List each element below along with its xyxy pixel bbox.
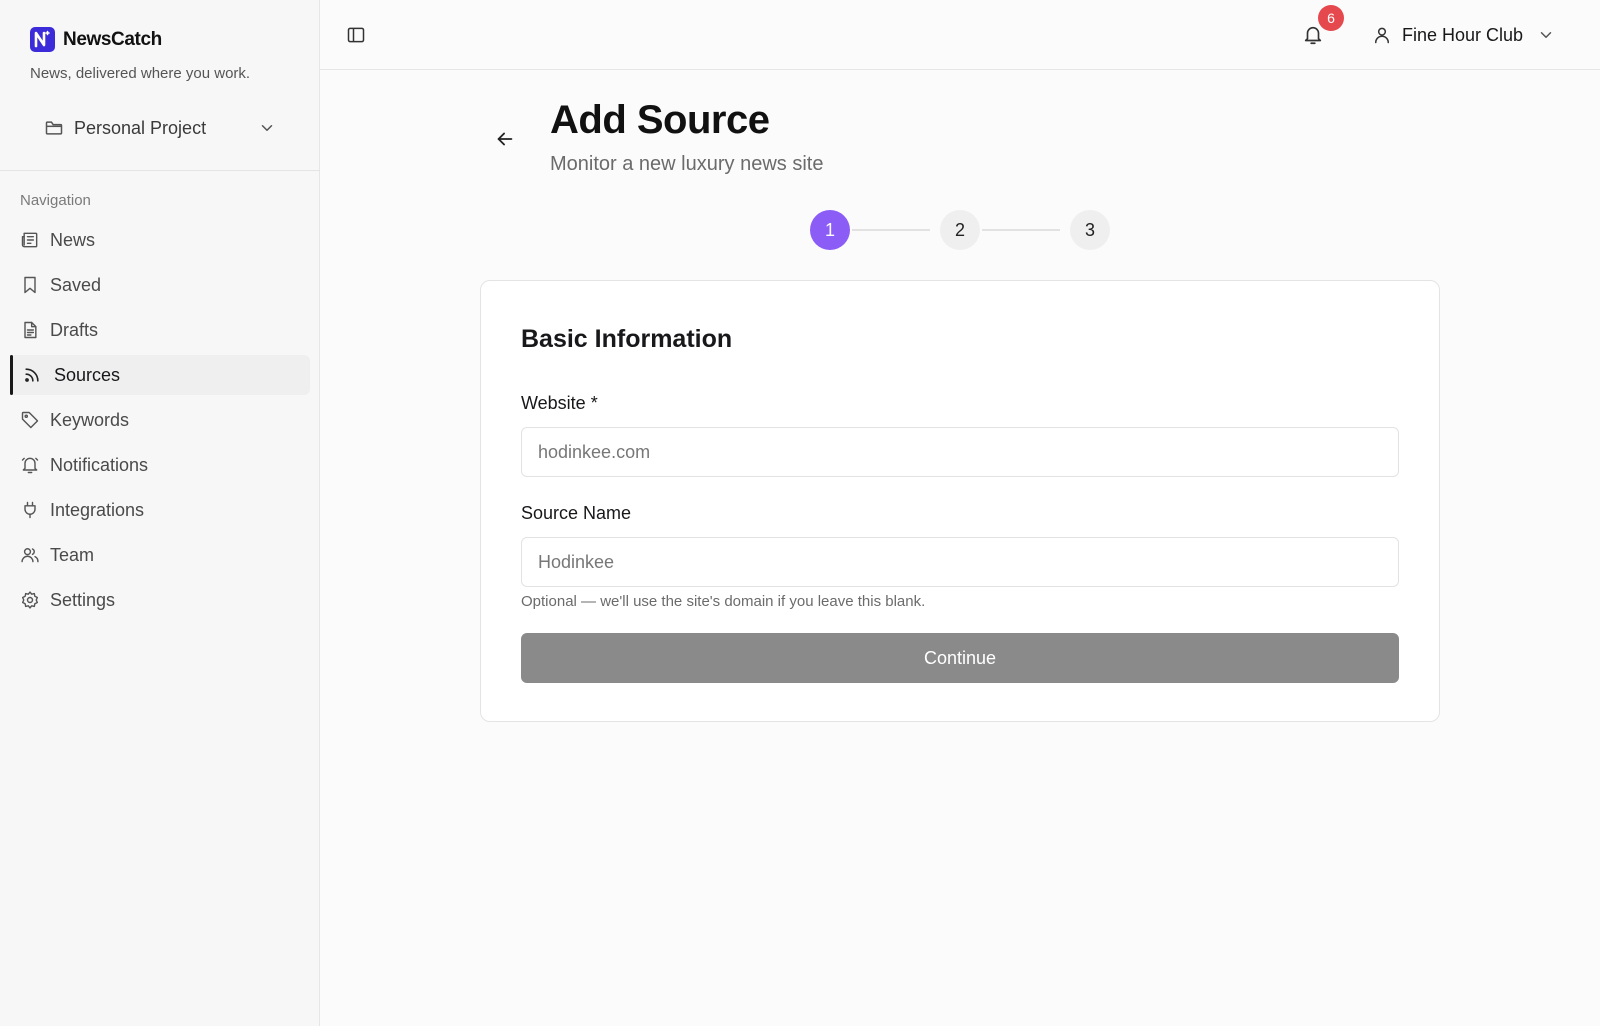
step-connector — [982, 229, 1060, 231]
back-arrow-icon[interactable] — [494, 128, 516, 150]
sidebar-item-label: Notifications — [50, 454, 149, 475]
user-menu[interactable]: Fine Hour Club — [1372, 22, 1555, 48]
source-name-input[interactable] — [521, 537, 1399, 587]
sidebar-nav: News Saved Drafts Sources Keywords Notif… — [10, 220, 310, 625]
brand[interactable]: NewsCatch — [30, 27, 162, 52]
sidebar-item-integrations[interactable]: Integrations — [10, 490, 310, 530]
sidebar-item-keywords[interactable]: Keywords — [10, 400, 310, 440]
tag-icon — [21, 411, 39, 429]
notifications-bell-icon[interactable] — [1302, 24, 1324, 46]
sidebar-item-label: Settings — [50, 589, 116, 610]
rss-icon — [25, 368, 39, 382]
website-input[interactable] — [521, 427, 1399, 477]
step-2: 2 — [940, 210, 980, 250]
page-title: Add Source — [550, 98, 770, 142]
step-3: 3 — [1070, 210, 1110, 250]
newscatch-logo-icon — [30, 27, 55, 52]
sidebar-item-label: Saved — [50, 274, 102, 295]
sidebar-item-label: Drafts — [50, 319, 99, 340]
basic-information-card: Basic Information Website * Source Name … — [480, 280, 1440, 722]
project-selector[interactable]: Personal Project — [44, 112, 276, 144]
sidebar: NewsCatch News, delivered where you work… — [0, 0, 320, 1026]
chevron-down-icon — [261, 125, 273, 131]
sidebar-item-label: News — [50, 229, 96, 250]
sidebar-item-notifications[interactable]: Notifications — [10, 445, 310, 485]
source-name-label: Source Name — [521, 503, 632, 523]
user-name: Fine Hour Club — [1402, 24, 1524, 45]
website-label: Website * — [521, 393, 598, 413]
sidebar-item-label: Team — [50, 544, 95, 565]
users-icon — [21, 548, 39, 563]
sidebar-divider — [0, 170, 320, 171]
sidebar-item-label: Sources — [54, 364, 121, 385]
sidebar-item-saved[interactable]: Saved — [10, 265, 310, 305]
sidebar-toggle-icon[interactable] — [346, 25, 366, 45]
gear-icon — [21, 591, 39, 609]
section-title: Basic Information — [521, 325, 733, 353]
sidebar-item-news[interactable]: News — [10, 220, 310, 260]
sidebar-item-team[interactable]: Team — [10, 535, 310, 575]
newspaper-icon — [21, 232, 38, 248]
plug-icon — [24, 501, 36, 519]
sidebar-item-drafts[interactable]: Drafts — [10, 310, 310, 350]
sidebar-item-settings[interactable]: Settings — [10, 580, 310, 620]
brand-name: NewsCatch — [63, 28, 162, 50]
folder-icon — [45, 121, 63, 135]
page-subtitle: Monitor a new luxury news site — [550, 153, 824, 175]
continue-button[interactable]: Continue — [521, 633, 1399, 683]
bell-icon — [21, 457, 39, 474]
notification-count-badge: 6 — [1318, 5, 1344, 31]
brand-tagline: News, delivered where you work. — [30, 65, 251, 82]
sidebar-item-label: Keywords — [50, 409, 130, 430]
step-1: 1 — [810, 210, 850, 250]
sidebar-item-label: Integrations — [50, 499, 145, 520]
step-connector — [852, 229, 930, 231]
topbar: 6 Fine Hour Club — [320, 0, 1600, 70]
source-name-help-text: Optional — we'll use the site's domain i… — [521, 593, 926, 610]
project-label: Personal Project — [74, 117, 207, 138]
sidebar-item-sources[interactable]: Sources — [10, 355, 310, 395]
user-icon — [1375, 27, 1389, 44]
file-text-icon — [24, 321, 37, 339]
bookmark-icon — [24, 276, 36, 294]
chevron-down-icon — [1540, 32, 1552, 38]
nav-heading: Navigation — [20, 192, 91, 209]
